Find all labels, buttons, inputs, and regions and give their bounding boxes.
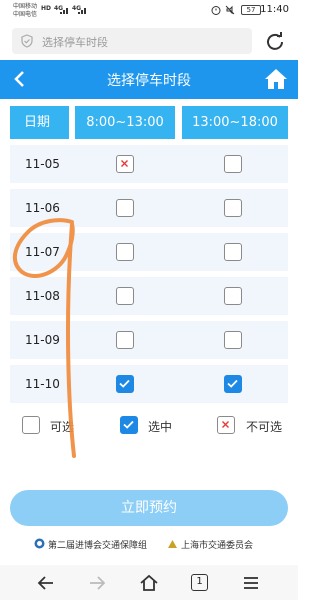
morning-slot-checkbox[interactable] <box>116 331 134 349</box>
check-icon <box>227 379 238 388</box>
row-date: 11-05 <box>25 157 60 171</box>
x-mark-icon <box>121 160 128 167</box>
morning-slot-checkbox[interactable] <box>116 243 134 261</box>
check-icon <box>123 420 134 429</box>
column-header-date: 日期 <box>10 106 69 139</box>
column-header-morning: 8:00~13:00 <box>75 106 175 139</box>
clock: 11:40 <box>260 4 289 15</box>
column-header-afternoon: 13:00~18:00 <box>182 106 288 139</box>
morning-slot-checkbox[interactable] <box>116 287 134 305</box>
expo-logo-icon <box>34 538 45 549</box>
page-title: 选择停车时段 <box>107 73 191 89</box>
afternoon-slot-checkbox[interactable] <box>224 375 242 393</box>
browser-bar: 选择停车时段 <box>0 22 298 60</box>
table-row: 11-08 <box>10 277 288 315</box>
battery-indicator: 57 <box>241 5 261 15</box>
afternoon-slot-checkbox[interactable] <box>224 243 242 261</box>
browser-nav-bar: 1 <box>0 565 298 600</box>
row-date: 11-06 <box>25 201 60 215</box>
menu-icon[interactable] <box>241 573 261 593</box>
arrow-right-icon[interactable] <box>87 573 107 593</box>
url-field[interactable]: 选择停车时段 <box>12 28 252 54</box>
table-row: 11-05 <box>10 145 288 183</box>
table-row: 11-06 <box>10 189 288 227</box>
footer-org-1: 第二届进博会交通保障组 <box>48 541 148 551</box>
row-date: 11-09 <box>25 333 60 347</box>
afternoon-slot-checkbox[interactable] <box>224 331 242 349</box>
transport-logo-icon <box>168 540 177 548</box>
page-header: 选择停车时段 <box>0 60 298 99</box>
signal-bars-icon <box>78 8 86 14</box>
legend-available-label: 可选 <box>50 420 75 434</box>
morning-slot-checkbox[interactable] <box>116 375 134 393</box>
check-icon <box>119 379 130 388</box>
tabs-icon[interactable]: 1 <box>191 574 208 591</box>
network-badge: HD <box>41 5 52 12</box>
carrier-2: 中国电信 <box>13 11 38 18</box>
row-date: 11-07 <box>25 245 60 259</box>
shield-icon <box>21 34 33 48</box>
row-date: 11-08 <box>25 289 60 303</box>
legend-unavailable-label: 不可选 <box>246 420 283 434</box>
row-date: 11-10 <box>25 377 60 391</box>
arrow-left-icon[interactable] <box>36 573 56 593</box>
book-now-button[interactable]: 立即预约 <box>10 490 288 526</box>
table-row: 11-07 <box>10 233 288 271</box>
status-bar: 中国移动 中国电信 HD 4G 4G 57 11:40 <box>0 0 298 22</box>
legend-selected-label: 选中 <box>148 420 173 434</box>
morning-slot-checkbox[interactable] <box>116 199 134 217</box>
afternoon-slot-checkbox[interactable] <box>224 287 242 305</box>
legend-selected-box <box>120 416 138 434</box>
mute-icon <box>225 5 235 15</box>
afternoon-slot-checkbox[interactable] <box>224 199 242 217</box>
table-row: 11-10 <box>10 365 288 403</box>
footer: 第二届进博会交通保障组 上海市交通委员会 <box>0 537 298 551</box>
carrier-1: 中国移动 <box>13 3 38 10</box>
signal-bars-icon <box>60 8 68 14</box>
home-icon[interactable] <box>139 573 159 593</box>
morning-slot-checkbox <box>116 155 134 173</box>
afternoon-slot-checkbox[interactable] <box>224 155 242 173</box>
alarm-icon <box>211 6 221 15</box>
legend: 可选 选中 不可选 <box>0 416 298 440</box>
url-text: 选择停车时段 <box>42 36 108 49</box>
table-row: 11-09 <box>10 321 288 359</box>
footer-org-2: 上海市交通委员会 <box>181 541 254 551</box>
x-mark-icon <box>222 421 229 428</box>
legend-unavailable-box <box>217 416 235 434</box>
legend-available-box <box>22 416 40 434</box>
home-icon[interactable] <box>264 68 288 90</box>
reload-icon[interactable] <box>265 31 285 51</box>
